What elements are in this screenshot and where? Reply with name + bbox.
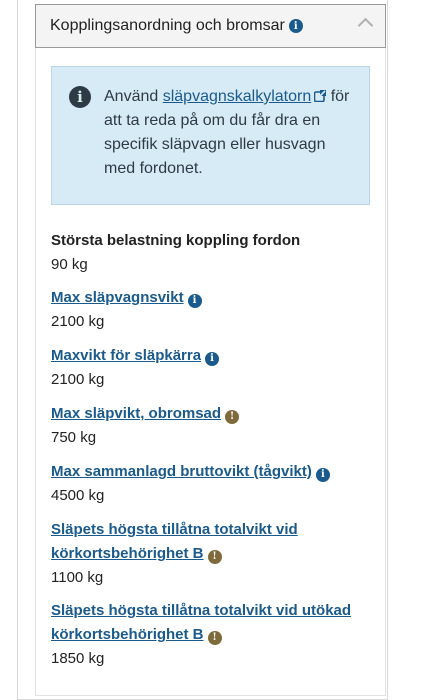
- info-icon[interactable]: i: [187, 294, 202, 308]
- info-icon[interactable]: !: [207, 550, 222, 564]
- spec-link[interactable]: Max släpvagnsvikt: [51, 289, 184, 306]
- info-notice: i Använd släpvagnskalkylatorn för att ta…: [51, 66, 370, 205]
- info-icon[interactable]: i: [315, 468, 330, 482]
- info-icon[interactable]: i: [205, 352, 220, 366]
- spec-value: 750 kg: [51, 429, 97, 446]
- external-link-icon[interactable]: [314, 90, 327, 102]
- spec-value: 90 kg: [51, 256, 88, 273]
- info-icon[interactable]: !: [207, 631, 222, 645]
- spec-license-b: Släpets högsta tillåtna totalvikt vid kö…: [51, 518, 371, 589]
- spec-max-cart-weight: Maxvikt för släpkärra i 2100 kg: [51, 344, 371, 391]
- spec-label: Största belastning koppling fordon: [51, 232, 301, 249]
- spec-link[interactable]: Max släpvikt, obromsad: [51, 405, 221, 422]
- spec-link[interactable]: Maxvikt för släpkärra: [51, 347, 201, 364]
- notice-prefix: Använd: [104, 88, 163, 105]
- info-icon[interactable]: !: [225, 410, 240, 424]
- spec-max-combined-weight: Max sammanlagd bruttovikt (tågvikt) i 450…: [51, 460, 371, 507]
- spec-coupling-load: Största belastning koppling fordon 90 kg: [51, 229, 371, 276]
- spec-max-trailer-weight: Max släpvagnsvikt i 2100 kg: [51, 286, 371, 333]
- spec-max-unbraked: Max släpvikt, obromsad! 750 kg: [51, 402, 371, 449]
- info-icon[interactable]: i: [288, 19, 303, 33]
- accordion-header[interactable]: Kopplingsanordning och bromsar i: [35, 4, 386, 48]
- info-icon: i: [69, 86, 91, 108]
- spec-value: 4500 kg: [51, 487, 105, 504]
- accordion-title: Kopplingsanordning och bromsar: [50, 17, 285, 34]
- spec-link[interactable]: Max sammanlagd bruttovikt (tågvikt): [51, 463, 312, 480]
- chevron-up-icon[interactable]: [357, 17, 374, 34]
- spec-value: 2100 kg: [51, 371, 105, 388]
- spec-value: 2100 kg: [51, 313, 105, 330]
- spec-value: 1100 kg: [51, 569, 104, 586]
- trailer-calculator-link[interactable]: släpvagnskalkylatorn: [163, 88, 312, 105]
- spec-link[interactable]: Släpets högsta tillåtna totalvikt vid kö…: [51, 521, 298, 562]
- spec-extended-license-b: Släpets högsta tillåtna totalvikt vid ut…: [51, 599, 371, 670]
- spec-value: 1850 kg: [51, 650, 105, 667]
- spec-link[interactable]: Släpets högsta tillåtna totalvikt vid ut…: [51, 602, 351, 643]
